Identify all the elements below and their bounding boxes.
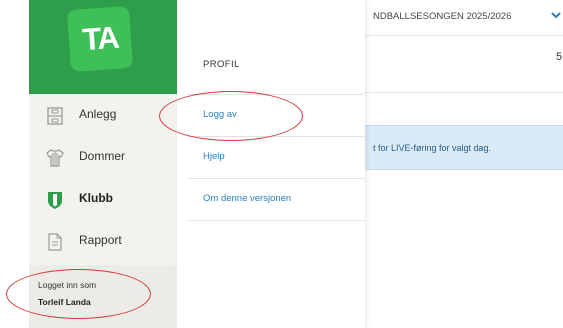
sidebar-item-label: Rapport [79,233,122,247]
document-icon [48,233,62,251]
sidebar-item-klubb[interactable]: Klubb [29,178,177,220]
truncated-text: 5 [556,51,563,63]
brand-header: TA [29,0,177,94]
divider [365,92,563,93]
info-text: t for LIVE-føring for valgt dag. [373,143,492,153]
divider [187,178,365,179]
about-version-link[interactable]: Om denne versjonen [203,193,291,204]
divider [187,220,365,221]
sidebar-item-label: Anlegg [79,107,117,121]
divider [187,94,365,95]
logout-link[interactable]: Logg av [203,109,237,120]
sidebar-item-dommer[interactable]: Dommer [29,136,177,178]
chevron-down-icon[interactable] [550,9,562,21]
sidebar-item-anlegg[interactable]: Anlegg [29,94,177,136]
season-selector[interactable]: NDBALLSESONGEN 2025/2026 [373,11,545,22]
sidebar-item-label: Dommer [79,149,126,163]
help-link[interactable]: Hjelp [203,151,225,162]
sidebar-item-rapport[interactable]: Rapport [29,220,177,262]
sidebar-item-label: Klubb [79,191,113,205]
profile-heading: PROFIL [203,59,240,70]
logged-in-label: Logget inn som [38,280,97,290]
shield-icon [48,192,62,209]
ta-logo[interactable]: TA [66,5,134,73]
divider [187,136,365,137]
profile-menu: PROFIL Logg av Hjelp Om denne versjonen [177,0,365,328]
info-banner: t for LIVE-føring for valgt dag. [365,125,563,170]
logged-in-user: Logget inn som Torleif Landa [29,265,177,328]
sidebar: TA Anlegg Dommer Klubb Rapport Logget in… [29,0,177,328]
referee-shirt-icon [46,149,64,167]
facility-icon [47,107,63,125]
logged-in-username: Torleif Landa [38,297,91,307]
